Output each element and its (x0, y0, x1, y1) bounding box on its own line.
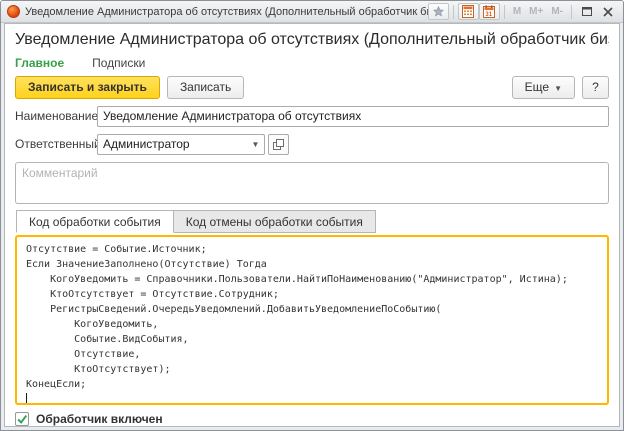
code-editor[interactable]: Отсутствие = Событие.Источник; Если Знач… (15, 235, 609, 405)
more-button-label: Еще (524, 80, 550, 95)
titlebar-divider (452, 4, 454, 19)
handler-enabled-checkbox[interactable] (15, 412, 29, 426)
tab-cancel-handler-code[interactable]: Код отмены обработки события (173, 210, 376, 233)
titlebar-divider (503, 4, 505, 19)
command-bar: Записать и закрыть Записать Еще ▼ ? (15, 75, 609, 99)
name-label: Наименование: (15, 109, 102, 124)
help-button[interactable]: ? (582, 75, 609, 99)
code-line: КонецЕсли; (26, 379, 87, 390)
maximize-button[interactable] (576, 3, 597, 20)
responsible-combobox[interactable]: Администратор ▼ (97, 133, 265, 155)
code-line: Если ЗначениеЗаполнено(Отсутствие) Тогда (26, 259, 267, 270)
checkmark-icon (17, 415, 28, 424)
page-title: Уведомление Администратора об отсутствия… (15, 31, 609, 48)
calendar-icon[interactable]: 31 (478, 3, 500, 20)
code-tabs: Код обработки события Код отмены обработ… (15, 210, 609, 233)
memory-m-plus-button[interactable]: M+ (525, 6, 547, 17)
close-button[interactable] (597, 3, 618, 20)
titlebar-divider (571, 4, 572, 19)
nav-item-subscriptions[interactable]: Подписки (92, 56, 145, 70)
open-item-button[interactable] (268, 133, 289, 155)
handler-enabled-label[interactable]: Обработчик включен (36, 412, 163, 426)
code-line: КтоОтсутствует = Отсутствие.Сотрудник; (26, 289, 279, 300)
dropdown-arrow-icon[interactable]: ▼ (247, 140, 264, 149)
memory-m-minus-button[interactable]: M- (547, 6, 567, 17)
svg-text:31: 31 (486, 12, 493, 18)
form-content: Уведомление Администратора об отсутствия… (4, 23, 620, 427)
more-button[interactable]: Еще ▼ (511, 75, 575, 99)
window-titlebar: Уведомление Администратора об отсутствия… (1, 1, 623, 23)
code-line: Событие.ВидСобытия, (26, 334, 189, 345)
code-line: КогоУведомить = Справочники.Пользователи… (26, 274, 568, 285)
code-line: Отсутствие = Событие.Источник; (26, 244, 207, 255)
text-cursor (26, 393, 27, 403)
responsible-label: Ответственный: (15, 137, 105, 152)
open-link-icon (273, 138, 284, 150)
calculator-icon[interactable] (457, 3, 479, 20)
save-button[interactable]: Записать (166, 75, 245, 99)
comment-textarea[interactable] (15, 161, 609, 204)
window-title: Уведомление Администратора об отсутствия… (25, 5, 428, 18)
name-input[interactable] (97, 105, 609, 127)
code-line: КтоОтсутствует); (26, 364, 171, 375)
chevron-down-icon: ▼ (554, 84, 562, 94)
tab-event-handler-code[interactable]: Код обработки события (16, 210, 174, 233)
save-and-close-button[interactable]: Записать и закрыть (15, 75, 160, 99)
code-line: Отсутствие, (26, 349, 141, 360)
responsible-field-row: Ответственный: Администратор ▼ (15, 133, 609, 155)
nav-item-main[interactable]: Главное (15, 56, 64, 70)
name-field-row: Наименование: (15, 105, 609, 127)
nav-bar: Главное Подписки (15, 56, 609, 70)
code-line: КогоУведомить, (26, 319, 159, 330)
1c-logo-icon (7, 5, 20, 18)
responsible-value: Администратор (103, 137, 190, 152)
app-window: Уведомление Администратора об отсутствия… (0, 0, 624, 431)
footer-row: Обработчик включен (15, 412, 609, 426)
favorites-star-icon[interactable] (427, 3, 449, 20)
code-line: РегистрыСведений.ОчередьУведомлений.Доба… (26, 304, 442, 315)
code-caret-line (26, 392, 598, 403)
memory-m-button[interactable]: M (509, 6, 525, 17)
